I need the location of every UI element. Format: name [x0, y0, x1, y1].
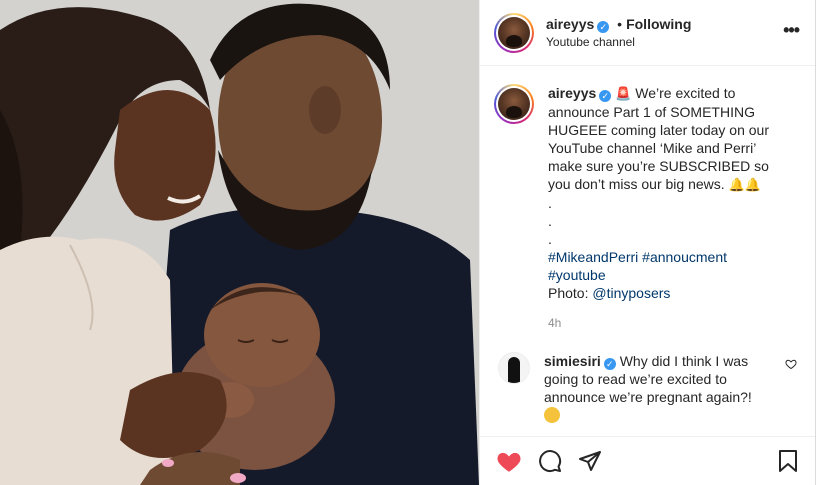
paper-plane-icon — [579, 451, 601, 471]
caption-username[interactable]: aireyys — [548, 85, 596, 101]
photo-credit-mention[interactable]: @tinyposers — [592, 285, 670, 301]
bell-icon: 🔔🔔 — [728, 177, 761, 192]
share-button[interactable] — [578, 449, 602, 473]
author-avatar[interactable] — [494, 12, 534, 53]
grinning-face-icon — [544, 407, 560, 423]
instagram-post: aireyys ✓ • Following Youtube channel ••• … — [0, 0, 816, 485]
caption-author-avatar[interactable] — [494, 84, 534, 124]
photo-credit-label: Photo: — [548, 285, 589, 301]
heart-filled-icon — [497, 452, 521, 472]
author-username[interactable]: aireyys — [546, 16, 594, 32]
caption-text: aireyys ✓ 🚨 We’re excited to announce Par… — [548, 84, 783, 302]
comment-button[interactable] — [538, 449, 562, 473]
caption-dot-1: . — [548, 195, 552, 211]
post-timestamp[interactable]: 4h — [548, 316, 801, 330]
comments-area: aireyys ✓ 🚨 We’re excited to announce Par… — [480, 66, 815, 436]
verified-badge-icon: ✓ — [597, 20, 610, 33]
header-text: aireyys ✓ • Following Youtube channel — [546, 15, 691, 51]
more-options-icon[interactable]: ••• — [783, 20, 800, 41]
siren-icon: 🚨 — [615, 86, 632, 101]
verified-badge-icon: ✓ — [599, 90, 612, 102]
commenter-avatar[interactable] — [498, 352, 530, 384]
comment-text: simiesiri ✓ Why did I think I was going t… — [544, 352, 759, 424]
hashtag-link[interactable]: #youtube — [548, 267, 606, 283]
caption: aireyys ✓ 🚨 We’re excited to announce Par… — [494, 84, 801, 302]
caption-dot-2: . — [548, 213, 552, 229]
heart-outline-icon[interactable] — [785, 358, 797, 373]
action-bar — [480, 436, 815, 485]
caption-dot-3: . — [548, 231, 552, 247]
header-separator: • — [617, 15, 623, 32]
comment-bubble-icon — [539, 450, 562, 473]
post-photo[interactable] — [0, 0, 479, 485]
post-header: aireyys ✓ • Following Youtube channel ••• — [480, 0, 815, 66]
following-button[interactable]: Following — [626, 16, 691, 32]
avatar-image — [498, 16, 530, 49]
family-photo-illustration — [0, 0, 479, 485]
save-button[interactable] — [777, 449, 799, 476]
commenter-username[interactable]: simiesiri — [544, 353, 601, 369]
location-link[interactable]: Youtube channel — [546, 33, 691, 51]
like-button[interactable] — [496, 449, 522, 473]
avatar-image — [498, 88, 530, 120]
hashtag-link[interactable]: #MikeandPerri — [548, 249, 638, 265]
comment-item: simiesiri ✓ Why did I think I was going t… — [494, 352, 801, 424]
verified-badge-icon: ✓ — [603, 358, 616, 370]
bookmark-icon — [779, 450, 797, 472]
post-side-panel: aireyys ✓ • Following Youtube channel ••• … — [479, 0, 816, 485]
avatar-border — [496, 86, 532, 122]
hashtag-link[interactable]: #annoucment — [642, 249, 727, 265]
avatar-border — [496, 14, 532, 51]
